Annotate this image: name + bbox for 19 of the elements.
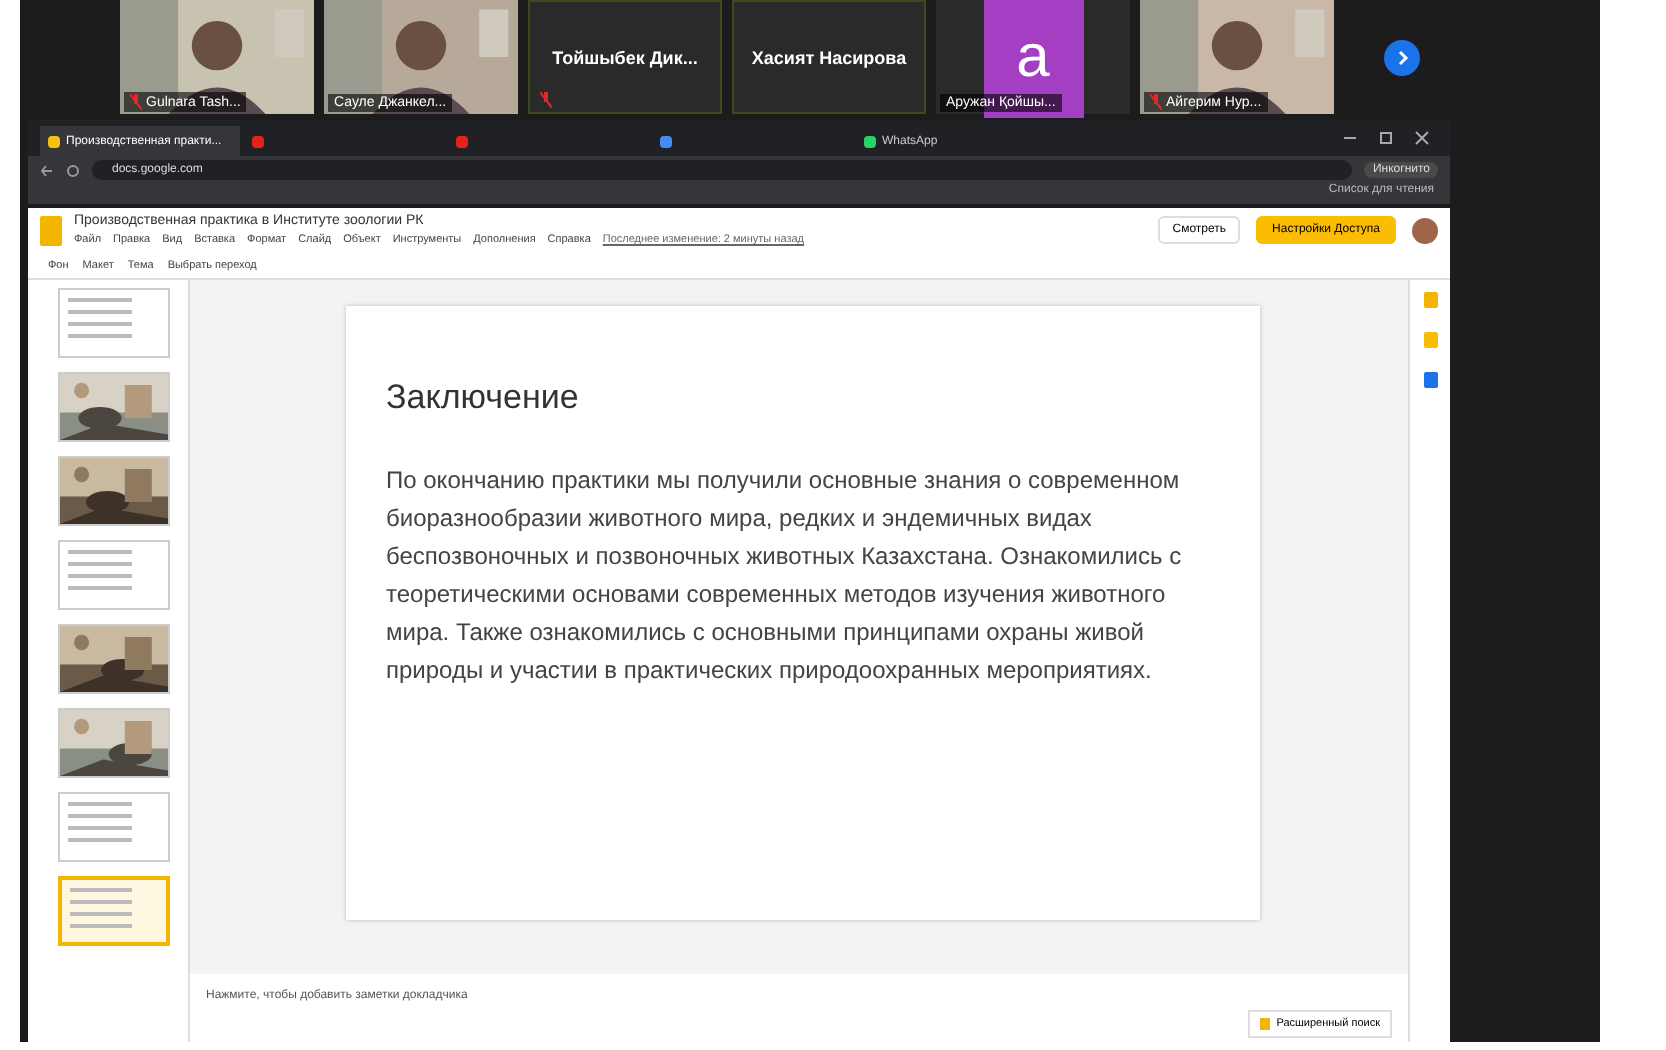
participant-name: Хасият Насирова: [751, 47, 907, 67]
next-page-button[interactable]: [1384, 39, 1420, 75]
maximize-icon[interactable]: [1378, 130, 1394, 146]
participant-name: Тойшыбек Дик...: [552, 47, 698, 67]
account-avatar[interactable]: [1412, 217, 1438, 243]
slide-thumbnail[interactable]: [58, 792, 170, 862]
chevron-right-icon: [1394, 49, 1410, 65]
slide-thumbnail[interactable]: [58, 876, 170, 946]
slide-text: По окончанию практики мы получили основные знания о современном биоразнообразии животного мира, редких и эндемичных видах беспозвоночных и позвоночных животных Казахстана. Ознакомились с теоретическими основами современных методов изучения животного мира. Также ознакомились с основными принципами охраны живой природы и участии в практических природоохранных мероприятиях.: [386, 464, 1184, 688]
slide-thumbnail[interactable]: [58, 624, 170, 694]
back-icon[interactable]: [40, 163, 54, 177]
close-icon[interactable]: [1414, 130, 1430, 146]
slide-thumbnail[interactable]: [58, 540, 170, 610]
slide-thumbnail[interactable]: [58, 288, 170, 358]
slide-thumbnail[interactable]: [58, 456, 170, 526]
slide-thumbnail[interactable]: [58, 372, 170, 442]
slide-thumbnail[interactable]: [58, 708, 170, 778]
slide-title: Заключение: [386, 378, 581, 418]
reload-icon[interactable]: [66, 163, 80, 177]
